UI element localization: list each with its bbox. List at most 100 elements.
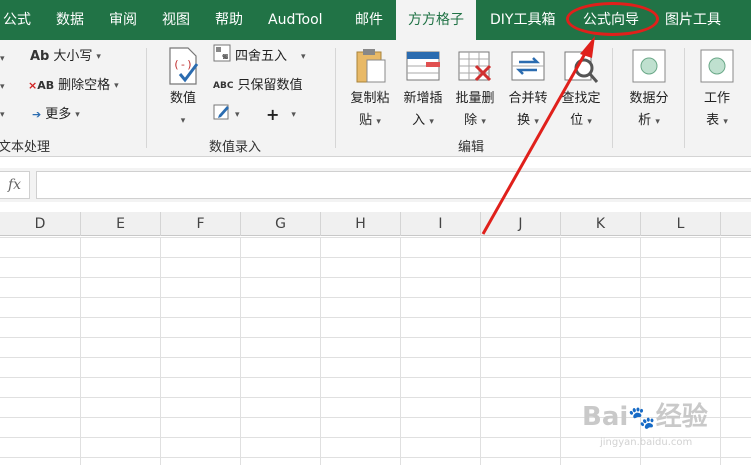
arrow-right-icon: ➔ <box>32 108 42 121</box>
chevron-down-icon: ▾ <box>180 116 186 126</box>
more-button[interactable]: ➔ 更多 ▾ <box>32 104 80 126</box>
find-locate-button[interactable]: 查找定 位 ▾ <box>556 46 606 133</box>
left-caret-3[interactable]: ▾ <box>0 104 5 126</box>
formula-bar: fx <box>0 168 751 202</box>
new-insert-button[interactable]: 新增插 入 ▾ <box>398 46 448 133</box>
edit-pen-button[interactable]: ▾ <box>213 104 240 126</box>
worksheet-button[interactable]: 工作 表 ▾ <box>693 46 741 133</box>
copy-paste-label-1: 复制粘 <box>350 91 390 106</box>
round-label: 四舍五入 <box>235 49 288 64</box>
chevron-down-icon: ▾ <box>96 52 101 62</box>
pen-icon <box>213 102 231 128</box>
svg-text:%: % <box>222 54 228 61</box>
data-analysis-label-2: 析 <box>638 113 652 128</box>
worksheet-label-2: 表 <box>706 113 720 128</box>
tab-data[interactable]: 数据 <box>56 0 84 40</box>
chevron-down-icon: ▾ <box>301 52 306 62</box>
edit-group-label: 编辑 <box>458 140 485 155</box>
clipboard-icon <box>351 46 389 84</box>
chevron-down-icon: ▾ <box>429 117 434 127</box>
chevron-down-icon: ▾ <box>534 117 539 127</box>
case-icon: Ab <box>30 49 50 64</box>
column-header-l[interactable]: L <box>641 212 721 236</box>
keep-values-label: 只保留数值 <box>237 78 303 93</box>
group-separator <box>335 48 336 148</box>
column-header-e[interactable]: E <box>81 212 161 236</box>
value-button[interactable]: (-) 数值 ▾ <box>160 46 206 132</box>
column-header-f[interactable]: F <box>161 212 241 236</box>
new-insert-label-2: 入 <box>412 113 426 128</box>
column-header-h[interactable]: H <box>321 212 401 236</box>
new-insert-label-1: 新增插 <box>403 91 443 106</box>
chevron-down-icon: ▾ <box>723 117 728 127</box>
copy-paste-button[interactable]: 复制粘 贴 ▾ <box>345 46 395 133</box>
merge-convert-label-1: 合并转 <box>508 91 548 106</box>
merge-convert-button[interactable]: 合并转 换 ▾ <box>503 46 553 133</box>
remove-spaces-button[interactable]: ×AB 删除空格 ▾ <box>28 75 119 97</box>
delete-table-icon <box>456 46 494 84</box>
tab-formula-wizard[interactable]: 公式向导 <box>583 0 639 40</box>
group-separator <box>146 48 147 148</box>
worksheet-icon <box>698 46 736 84</box>
tab-diy-toolbox[interactable]: DIY工具箱 <box>490 0 555 40</box>
tab-mail[interactable]: 邮件 <box>355 0 383 40</box>
batch-delete-label-2: 除 <box>464 113 478 128</box>
case-label: 大小写 <box>53 49 93 64</box>
data-analysis-icon <box>630 46 668 84</box>
keep-values-icon: ABC <box>213 81 234 91</box>
chevron-down-icon: ▾ <box>291 110 296 120</box>
watermark-logo: Bai🐾经验 <box>582 402 708 432</box>
column-header-i[interactable]: I <box>401 212 481 236</box>
tab-review[interactable]: 审阅 <box>109 0 137 40</box>
chevron-down-icon: ▾ <box>235 110 240 120</box>
tab-audtool[interactable]: AudTool <box>268 0 323 40</box>
chevron-down-icon: ▾ <box>587 117 592 127</box>
value-label: 数值 <box>169 91 196 106</box>
case-button[interactable]: Ab 大小写 ▾ <box>30 46 101 68</box>
plus-icon: + <box>266 105 280 124</box>
merge-icon <box>509 46 547 84</box>
tab-formulas[interactable]: 公式 <box>3 0 31 40</box>
batch-delete-button[interactable]: 批量删 除 ▾ <box>450 46 500 133</box>
group-separator <box>684 48 685 148</box>
value-group-label: 数值录入 <box>209 140 262 155</box>
chevron-down-icon: ▾ <box>481 117 486 127</box>
data-analysis-label-1: 数据分 <box>629 91 669 106</box>
chevron-down-icon: ▾ <box>376 117 381 127</box>
ribbon-tab-bar: 公式 数据 审阅 视图 帮助 AudTool 邮件 方方格子 DIY工具箱 公式… <box>0 0 751 41</box>
find-icon <box>562 46 600 84</box>
round-button[interactable]: % 四舍五入 ▾ <box>213 44 306 70</box>
tab-help[interactable]: 帮助 <box>215 0 243 40</box>
tab-fangfang-gezi[interactable]: 方方格子 <box>396 0 476 41</box>
remove-spaces-label: 删除空格 <box>58 78 111 93</box>
column-header-k[interactable]: K <box>561 212 641 236</box>
left-caret-1[interactable]: ▾ <box>0 48 5 70</box>
column-header-g[interactable]: G <box>241 212 321 236</box>
formula-input[interactable] <box>36 171 751 199</box>
left-caret-2[interactable]: ▾ <box>0 76 5 98</box>
insert-rows-icon <box>404 46 442 84</box>
column-header-d[interactable]: D <box>0 212 81 236</box>
find-locate-label-2: 位 <box>570 113 584 128</box>
text-group-label: 文本处理 <box>0 140 51 155</box>
remove-spaces-icon: ×AB <box>28 79 55 92</box>
tab-picture-tools[interactable]: 图片工具 <box>665 0 721 40</box>
ribbon-panel: ▾ ▾ ▾ Ab 大小写 ▾ ×AB 删除空格 ▾ ➔ 更多 ▾ 文本处理 (-… <box>0 40 751 157</box>
plus-button[interactable]: + ▾ <box>266 104 296 126</box>
fx-button[interactable]: fx <box>0 171 30 199</box>
chevron-down-icon: ▾ <box>655 117 660 127</box>
merge-convert-label-2: 换 <box>517 113 531 128</box>
data-analysis-button[interactable]: 数据分 析 ▾ <box>622 46 676 133</box>
copy-paste-label-2: 贴 <box>359 113 373 128</box>
svg-text:(-): (-) <box>173 58 193 71</box>
column-header-j[interactable]: J <box>481 212 561 236</box>
more-label: 更多 <box>45 107 72 122</box>
batch-delete-label-1: 批量删 <box>455 91 495 106</box>
group-separator <box>612 48 613 148</box>
watermark-url: jingyan.baidu.com <box>600 437 693 448</box>
worksheet-label-1: 工作 <box>703 91 730 106</box>
keep-values-button[interactable]: ABC 只保留数值 <box>213 75 302 97</box>
round-icon: % <box>213 44 231 70</box>
column-header-row: D E F G H I J K L <box>0 212 751 236</box>
tab-view[interactable]: 视图 <box>162 0 190 40</box>
